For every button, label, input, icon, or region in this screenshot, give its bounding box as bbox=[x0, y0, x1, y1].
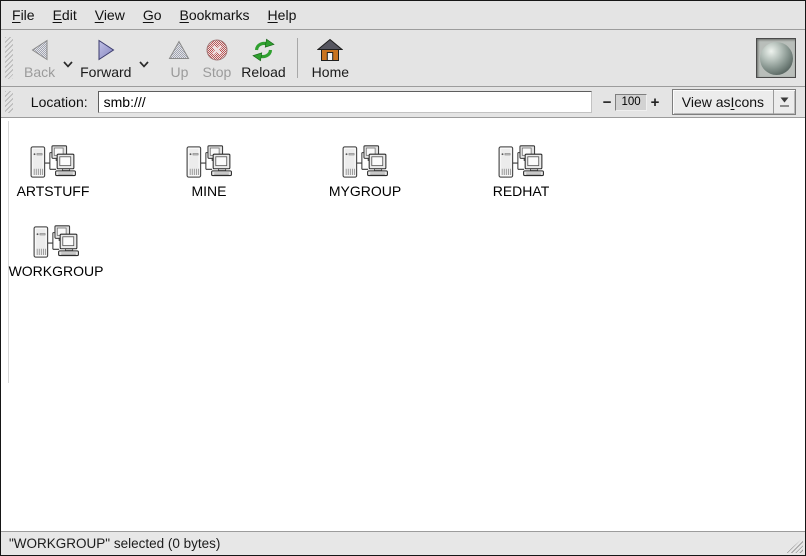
toolbar-separator bbox=[297, 38, 298, 78]
workgroup-item-artstuff[interactable]: ARTSTUFF bbox=[7, 144, 99, 199]
throbber-frame bbox=[756, 38, 796, 78]
back-arrow-icon bbox=[27, 38, 53, 62]
home-icon bbox=[317, 38, 343, 62]
workgroup-item-mine[interactable]: MINE bbox=[163, 144, 255, 199]
stop-icon bbox=[204, 38, 230, 62]
reload-icon bbox=[250, 38, 277, 62]
zoom-in-button[interactable]: + bbox=[647, 94, 663, 111]
status-bar: "WORKGROUP" selected (0 bytes) bbox=[1, 531, 805, 555]
throbber-globe-icon bbox=[760, 42, 793, 75]
chevron-down-icon bbox=[139, 61, 149, 68]
back-history-dropdown[interactable] bbox=[60, 32, 75, 84]
stop-button[interactable]: Stop bbox=[197, 32, 236, 84]
toolbar-grip-handle[interactable] bbox=[5, 37, 13, 79]
workgroup-icon bbox=[32, 224, 80, 260]
menu-help[interactable]: Help bbox=[267, 5, 298, 25]
file-manager-window: File Edit View Go Bookmarks Help Back Fo… bbox=[0, 0, 806, 556]
status-text: "WORKGROUP" selected (0 bytes) bbox=[9, 536, 220, 551]
chevron-down-icon bbox=[63, 61, 73, 68]
forward-button[interactable]: Forward bbox=[75, 32, 136, 84]
forward-arrow-icon bbox=[93, 38, 119, 62]
zoom-out-button[interactable]: − bbox=[599, 94, 615, 111]
view-as-dropdown[interactable]: View as Icons bbox=[672, 89, 796, 115]
workgroup-icon bbox=[29, 144, 77, 180]
location-input[interactable] bbox=[98, 91, 593, 113]
workgroup-item-redhat[interactable]: REDHAT bbox=[475, 144, 567, 199]
workgroup-item-mygroup[interactable]: MYGROUP bbox=[319, 144, 411, 199]
menu-file[interactable]: File bbox=[11, 5, 36, 25]
menu-edit[interactable]: Edit bbox=[52, 5, 78, 25]
workgroup-icon bbox=[185, 144, 233, 180]
location-label: Location: bbox=[31, 94, 88, 110]
up-arrow-icon bbox=[166, 38, 192, 62]
back-button[interactable]: Back bbox=[19, 32, 60, 84]
view-as-dropdown-arrow[interactable] bbox=[774, 90, 795, 114]
icon-view[interactable]: ARTSTUFF MINE MYGROUP REDHAT WORKGROUP bbox=[1, 118, 805, 531]
menu-view[interactable]: View bbox=[94, 5, 126, 25]
menu-go[interactable]: Go bbox=[142, 5, 163, 25]
workgroup-icon bbox=[341, 144, 389, 180]
location-bar: Location: − 100 + View as Icons bbox=[1, 87, 805, 118]
menu-bookmarks[interactable]: Bookmarks bbox=[179, 5, 251, 25]
workgroup-item-workgroup[interactable]: WORKGROUP bbox=[10, 224, 102, 279]
forward-history-dropdown[interactable] bbox=[136, 32, 151, 84]
dropdown-arrow-icon bbox=[780, 97, 789, 103]
resize-grip[interactable] bbox=[786, 538, 803, 553]
location-bar-grip-handle[interactable] bbox=[5, 91, 13, 113]
up-button[interactable]: Up bbox=[161, 32, 197, 84]
workgroup-icon bbox=[497, 144, 545, 180]
menubar: File Edit View Go Bookmarks Help bbox=[1, 1, 805, 30]
reload-button[interactable]: Reload bbox=[236, 32, 290, 84]
home-button[interactable]: Home bbox=[307, 32, 354, 84]
toolbar: Back Forward Up bbox=[1, 30, 805, 87]
zoom-level-indicator[interactable]: 100 bbox=[615, 94, 647, 111]
